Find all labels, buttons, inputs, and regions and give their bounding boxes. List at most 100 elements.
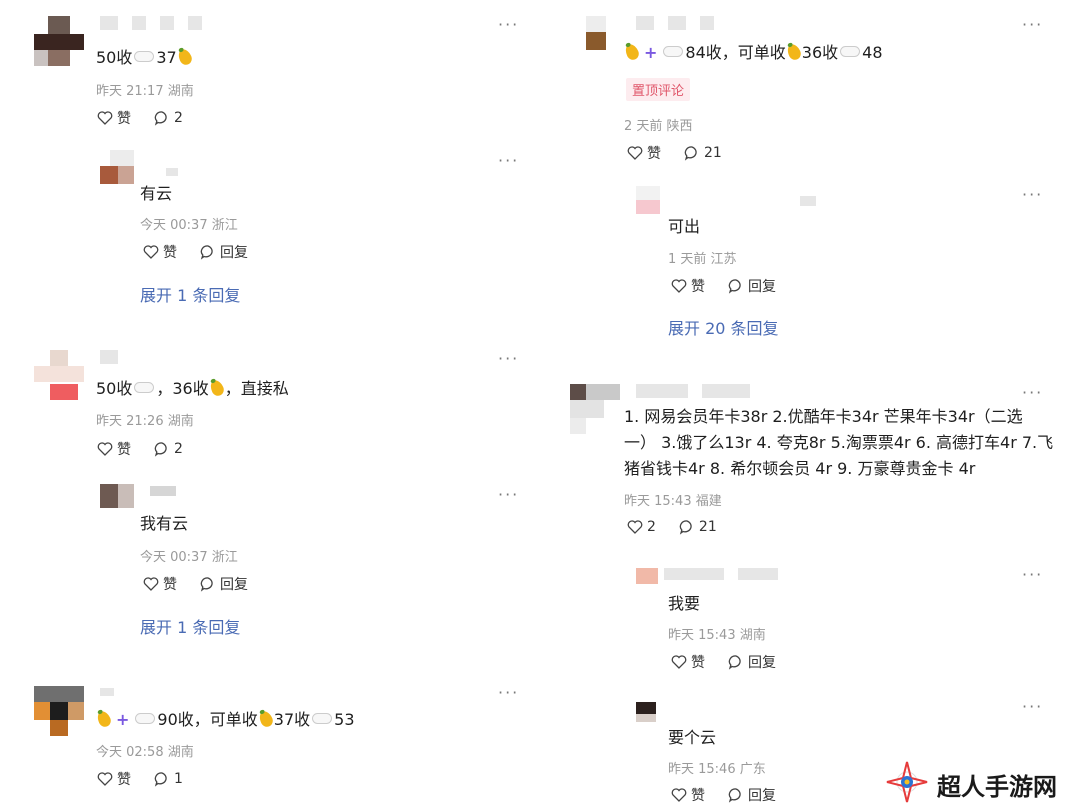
comment-actions: 赞 2 [96,108,183,128]
reply-avatar[interactable] [636,568,658,584]
logo-icon [885,760,929,808]
like-button[interactable]: 赞 [96,108,131,128]
comment-text: +84收，可单收 36收 48 [623,39,883,63]
mango-icon [95,709,113,729]
heart-icon [96,440,114,458]
mango-icon [175,47,194,67]
like-label: 赞 [647,146,661,162]
reply-meta: 今天 00:37 浙江 [140,550,238,565]
reply-avatar[interactable] [636,186,660,214]
reply-label: 回复 [748,279,776,295]
heart-icon [626,518,644,536]
like-button[interactable]: 赞 [670,652,705,672]
like-button[interactable]: 赞 [670,785,705,805]
reply-button[interactable]: 回复 [199,574,248,594]
comment-button[interactable]: 21 [683,144,722,162]
reply-label: 回复 [220,245,248,261]
like-button[interactable]: 赞 [96,439,131,459]
mango-icon [207,378,226,398]
expand-replies-link[interactable]: 展开 1 条回复 [140,614,240,638]
expand-replies-link[interactable]: 展开 20 条回复 [668,315,779,339]
heart-icon [670,653,688,671]
comment-icon [683,144,701,162]
username-blurred[interactable] [800,196,816,206]
username-blurred[interactable] [100,688,114,696]
comment-icon [153,770,171,788]
reply-actions: 赞 回复 [142,242,248,262]
comment-button[interactable]: 2 [153,109,183,127]
avatar[interactable] [34,16,84,66]
comment-count: 2 [174,110,183,126]
avatar[interactable] [586,16,606,50]
like-button[interactable]: 赞 [96,769,131,789]
reply-actions: 赞 回复 [142,574,248,594]
reply-avatar[interactable] [100,484,134,508]
comment-count: 1 [174,771,183,787]
cloud-icon [134,51,155,62]
heart-icon [96,770,114,788]
like-label: 赞 [117,442,131,458]
reply-button[interactable]: 回复 [199,242,248,262]
more-icon[interactable]: ··· [1022,567,1043,583]
more-icon[interactable]: ··· [498,153,519,169]
comment-meta: 今天 02:58 湖南 [96,745,194,760]
avatar[interactable] [570,384,620,434]
reply-button[interactable]: 回复 [727,652,776,672]
username-blurred[interactable] [636,384,750,398]
avatar[interactable] [34,350,84,400]
reply-button[interactable]: 回复 [727,785,776,805]
reply-avatar[interactable] [636,702,656,722]
comment-button[interactable]: 2 [153,440,183,458]
more-icon[interactable]: ··· [1022,699,1043,715]
like-label: 赞 [117,772,131,788]
expand-replies-link[interactable]: 展开 1 条回复 [140,282,240,306]
username-blurred[interactable] [100,350,118,364]
more-icon[interactable]: ··· [1022,385,1043,401]
reply-text: 我有云 [140,514,189,533]
more-icon[interactable]: ··· [498,351,519,367]
like-button[interactable]: 赞 [142,574,177,594]
username-blurred[interactable] [100,16,202,30]
reply-meta: 昨天 15:43 湖南 [668,628,766,643]
reply-meta: 1 天前 江苏 [668,252,737,267]
username-blurred[interactable] [150,486,176,496]
more-icon[interactable]: ··· [498,17,519,33]
comment-meta: 昨天 21:26 湖南 [96,414,194,429]
cloud-icon [135,713,156,724]
like-button[interactable]: 赞 [626,143,661,163]
reply-button[interactable]: 回复 [727,276,776,296]
comment-button[interactable]: 21 [678,518,717,536]
comment-icon [678,518,696,536]
comment-text: +90收，可单收 37收 53 [95,706,355,730]
left-column: ··· 50收 37 昨天 21:17 湖南 赞 2 ··· 有云 今天 00:3… [0,0,530,810]
reply-meta: 今天 00:37 浙江 [140,218,238,233]
reply-avatar[interactable] [100,150,134,184]
reply-label: 回复 [748,788,776,804]
reply-icon [199,575,217,593]
like-label: 赞 [691,788,705,804]
more-icon[interactable]: ··· [1022,17,1043,33]
reply-text: 可出 [668,217,701,236]
avatar[interactable] [34,686,84,736]
more-icon[interactable]: ··· [1022,187,1043,203]
cloud-icon [134,382,155,393]
reply-icon [199,243,217,261]
like-button[interactable]: 赞 [142,242,177,262]
comment-meta: 昨天 15:43 福建 [624,494,722,509]
comment-actions: 赞 1 [96,769,183,789]
reply-label: 回复 [220,577,248,593]
username-blurred[interactable] [636,16,714,30]
like-label: 赞 [163,245,177,261]
reply-actions: 赞 回复 [670,785,776,805]
like-button[interactable]: 2 [626,518,656,536]
more-icon[interactable]: ··· [498,685,519,701]
username-blurred[interactable] [664,568,778,580]
comment-text: 50收 ，36收 ，直接私 [96,378,289,398]
more-icon[interactable]: ··· [498,487,519,503]
like-label: 赞 [691,655,705,671]
username-blurred[interactable] [166,168,178,176]
comment-button[interactable]: 1 [153,770,183,788]
plus-icon: + [644,43,658,62]
like-button[interactable]: 赞 [670,276,705,296]
reply-actions: 赞 回复 [670,652,776,672]
